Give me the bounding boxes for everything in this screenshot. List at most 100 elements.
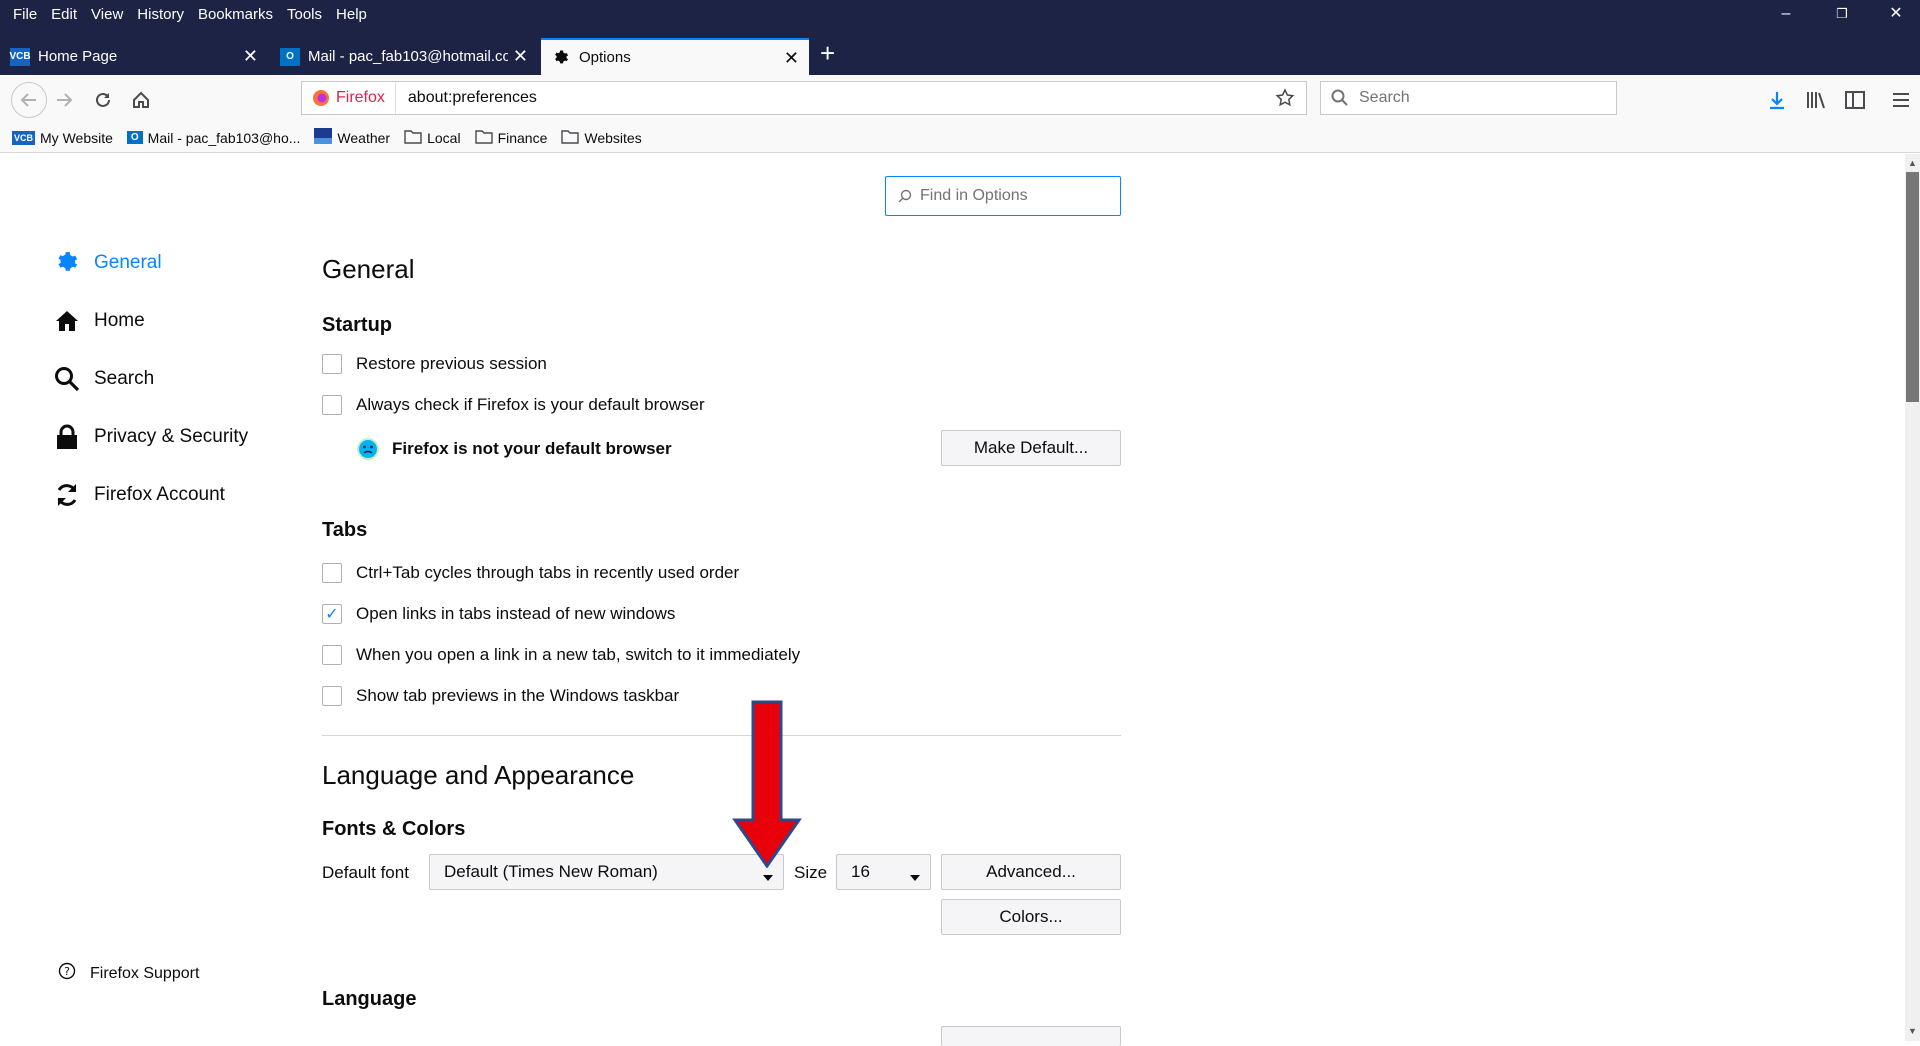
library-button[interactable] (1803, 87, 1829, 113)
restore-session-checkbox[interactable] (322, 354, 342, 374)
search-icon (54, 366, 80, 392)
default-font-label: Default font (322, 863, 409, 882)
find-in-options-input[interactable] (918, 186, 1112, 206)
default-browser-warning: Firefox is not your default browser (356, 437, 672, 461)
forward-button[interactable] (51, 87, 77, 113)
close-icon[interactable]: ✕ (243, 47, 258, 65)
find-in-options[interactable] (885, 176, 1121, 216)
library-icon (1807, 92, 1825, 109)
scroll-up-icon[interactable]: ▲ (1908, 158, 1917, 168)
bookmark-label: Mail - pac_fab103@ho... (147, 129, 301, 146)
bookmark-star-icon[interactable] (1272, 85, 1298, 111)
font-size-select[interactable]: 16 (836, 854, 931, 890)
advanced-fonts-button[interactable]: Advanced... (941, 854, 1121, 890)
sidebar-item-home[interactable]: Home (54, 308, 145, 334)
open-links-in-tabs-checkbox[interactable]: ✓ (322, 604, 342, 624)
switch-to-new-tab-row[interactable]: When you open a link in a new tab, switc… (322, 645, 800, 665)
menu-file[interactable]: File (6, 6, 44, 23)
checkbox-label: Open links in tabs instead of new window… (356, 604, 676, 623)
folder-icon (474, 129, 493, 147)
make-default-button[interactable]: Make Default... (941, 430, 1121, 466)
sidebar-item-general[interactable]: General (54, 250, 162, 276)
close-window-button[interactable]: ✕ (1876, 4, 1916, 24)
sad-face-icon (356, 437, 380, 461)
menu-history[interactable]: History (130, 6, 191, 23)
default-browser-checkbox[interactable] (322, 395, 342, 415)
tab-previews-row[interactable]: Show tab previews in the Windows taskbar (322, 686, 679, 706)
bookmark-folder-finance[interactable]: Finance (474, 129, 547, 147)
download-icon (1770, 92, 1784, 110)
identity-box[interactable]: Firefox (302, 82, 396, 114)
gear-icon (551, 49, 571, 67)
search-icon (1331, 89, 1349, 107)
scrollbar-thumb[interactable] (1906, 172, 1919, 402)
bookmark-my-website[interactable]: VCB My Website (12, 130, 113, 146)
menu-help[interactable]: Help (329, 6, 374, 23)
scroll-down-icon[interactable]: ▼ (1908, 1026, 1917, 1036)
language-heading: Language (322, 988, 417, 1010)
tab-strip: VCB Home Page ✕ O Mail - pac_fab103@hotm… (0, 38, 1920, 75)
default-font-select[interactable]: Default (Times New Roman) (429, 854, 784, 890)
restore-session-row[interactable]: Restore previous session (322, 354, 547, 374)
gear-icon (54, 250, 80, 276)
home-icon (133, 91, 149, 108)
sidebar-item-search[interactable]: Search (54, 366, 154, 392)
tab-title: Mail - pac_fab103@hotmail.com (308, 48, 508, 65)
scrollbar[interactable]: ▲ ▼ (1905, 154, 1920, 1041)
close-icon[interactable]: ✕ (784, 49, 799, 67)
minimize-button[interactable]: – (1766, 4, 1806, 24)
default-font-value: Default (Times New Roman) (444, 862, 658, 881)
back-arrow-icon (20, 93, 36, 107)
menu-edit[interactable]: Edit (44, 6, 84, 23)
ctrl-tab-row[interactable]: Ctrl+Tab cycles through tabs in recently… (322, 563, 739, 583)
default-browser-check-row[interactable]: Always check if Firefox is your default … (322, 395, 705, 415)
language-button-partial[interactable] (941, 1026, 1121, 1046)
downloads-button[interactable] (1764, 87, 1790, 113)
sidebars-button[interactable] (1842, 87, 1868, 113)
bookmark-weather[interactable]: Weather (314, 128, 390, 147)
support-label: Firefox Support (90, 964, 200, 982)
url-bar[interactable]: Firefox about:preferences (301, 81, 1307, 115)
bookmark-label: My Website (40, 129, 113, 146)
sidebar-item-privacy-security[interactable]: Privacy & Security (54, 424, 248, 450)
checkbox-label: When you open a link in a new tab, switc… (356, 645, 801, 664)
new-tab-button[interactable]: + (820, 38, 835, 68)
weather-icon (314, 128, 333, 147)
sidebar-item-label: Firefox Account (94, 484, 225, 505)
tab-options[interactable]: Options ✕ (541, 38, 809, 75)
folder-icon (404, 129, 422, 147)
sync-icon (54, 482, 80, 508)
url-text[interactable]: about:preferences (396, 89, 1272, 107)
firefox-support-link[interactable]: ? Firefox Support (58, 962, 199, 985)
menu-tools[interactable]: Tools (280, 6, 329, 23)
home-button[interactable] (128, 87, 154, 113)
sidebar-icon (1845, 91, 1865, 109)
search-icon (898, 189, 912, 203)
tab-home-page[interactable]: VCB Home Page ✕ (0, 38, 268, 75)
bookmark-folder-websites[interactable]: Websites (561, 129, 642, 147)
close-icon[interactable]: ✕ (513, 47, 528, 65)
open-links-in-tabs-row[interactable]: ✓ Open links in tabs instead of new wind… (322, 604, 675, 624)
tab-mail[interactable]: O Mail - pac_fab103@hotmail.com ✕ (270, 38, 538, 75)
sidebar-item-firefox-account[interactable]: Firefox Account (54, 482, 225, 508)
switch-to-new-tab-checkbox[interactable] (322, 645, 342, 665)
search-bar[interactable] (1320, 81, 1617, 115)
bookmark-folder-local[interactable]: Local (404, 129, 461, 147)
bookmarks-toolbar: VCB My Website O Mail - pac_fab103@ho...… (0, 123, 1920, 153)
colors-button[interactable]: Colors... (941, 899, 1121, 935)
reload-button[interactable] (90, 87, 116, 113)
menu-bookmarks[interactable]: Bookmarks (191, 6, 280, 23)
language-appearance-title: Language and Appearance (322, 760, 635, 790)
menu-button[interactable] (1888, 87, 1914, 113)
back-button[interactable] (11, 82, 47, 118)
tab-previews-checkbox[interactable] (322, 686, 342, 706)
startup-heading: Startup (322, 314, 392, 336)
menu-view[interactable]: View (84, 6, 130, 23)
search-input[interactable] (1357, 88, 1601, 108)
restore-button[interactable]: ❐ (1822, 4, 1862, 24)
bookmark-mail[interactable]: O Mail - pac_fab103@ho... (126, 129, 301, 146)
identity-label: Firefox (336, 89, 385, 106)
svg-text:?: ? (64, 965, 70, 978)
section-divider (322, 735, 1121, 736)
ctrl-tab-checkbox[interactable] (322, 563, 342, 583)
